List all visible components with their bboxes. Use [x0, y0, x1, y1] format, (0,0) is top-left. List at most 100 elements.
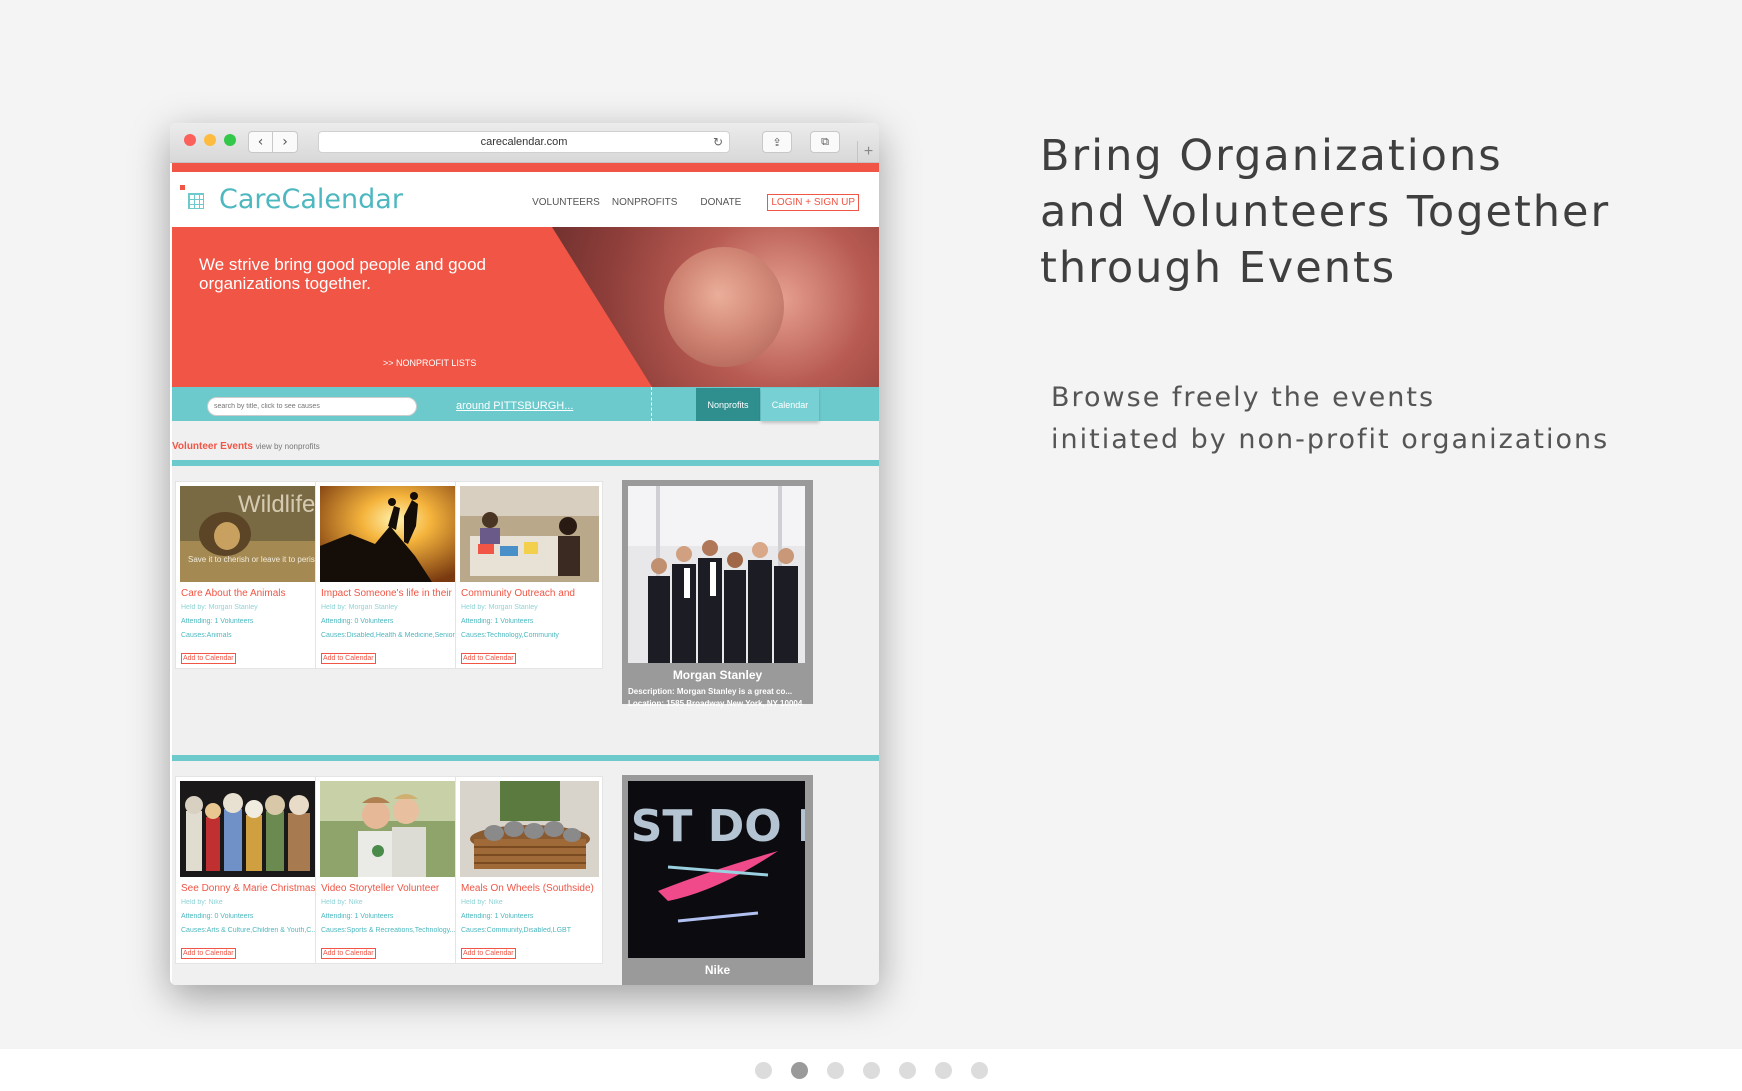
event-host: Held by: Morgan Stanley — [321, 604, 398, 611]
tab-nonprofits[interactable]: Nonprofits — [696, 388, 760, 421]
new-tab-button[interactable]: + — [857, 141, 879, 163]
friends-outdoor-image — [320, 781, 459, 877]
history-buttons: ‹ › — [248, 131, 298, 153]
food-basket-image — [460, 781, 599, 877]
hero-banner: We strive bring good people and good org… — [172, 227, 879, 387]
event-title[interactable]: Meals On Wheels (Southside) — [461, 883, 601, 894]
back-arrow-icon: ‹ — [257, 134, 264, 150]
calendar-logo-icon[interactable] — [180, 185, 204, 211]
event-title[interactable]: Community Outreach and — [461, 588, 601, 599]
headline-line: and Volunteers Together — [1040, 187, 1611, 237]
event-title[interactable]: See Donny & Marie Christmas — [181, 883, 321, 894]
nonprofit-name[interactable]: Nike — [622, 963, 813, 977]
nonprofit-card[interactable]: Morgan Stanley Description: Morgan Stanl… — [622, 480, 813, 708]
event-card[interactable]: Wildlife Save it to cherish or leave it … — [175, 481, 323, 669]
event-attending: Attending: 1 Volunteers — [461, 618, 534, 625]
headline: Bring Organizations and Volunteers Toget… — [1040, 128, 1680, 296]
browser-toolbar: ‹ › carecalendar.com ↻ ⇪ ⧉ + — [170, 123, 879, 163]
event-card[interactable]: Video Storyteller Volunteer Held by: Nik… — [315, 776, 463, 964]
group-photo-image — [628, 486, 805, 663]
event-host: Held by: Nike — [461, 899, 503, 906]
browser-window: ‹ › carecalendar.com ↻ ⇪ ⧉ + CareCalenda… — [170, 123, 879, 985]
location-selector[interactable]: around PITTSBURGH... — [456, 400, 573, 412]
window-controls — [184, 134, 236, 146]
svg-text:JUST DO IT.: JUST DO IT. — [628, 801, 805, 852]
back-button[interactable]: ‹ — [248, 131, 273, 153]
tabs-icon: ⧉ — [821, 135, 829, 148]
event-causes: Causes:Arts & Culture,Children & Youth,C… — [181, 927, 318, 934]
forward-arrow-icon: › — [282, 134, 288, 150]
event-causes: Causes:Sports & Recreations,Technology..… — [321, 927, 456, 934]
climbers-silhouette-image — [320, 486, 459, 582]
add-to-calendar-button[interactable]: Add to Calendar — [321, 948, 376, 959]
pager-dot[interactable] — [754, 1061, 772, 1079]
subheadline-line: initiated by non-profit organizations — [1051, 424, 1610, 455]
subheadline: Browse freely the events initiated by no… — [1051, 377, 1691, 461]
section-heading: Volunteer Events view by nonprofits — [172, 441, 320, 452]
hero-tagline: We strive bring good people and good org… — [199, 255, 486, 293]
tab-calendar[interactable]: Calendar — [761, 388, 819, 421]
headline-line: through Events — [1040, 243, 1397, 293]
nonprofit-card[interactable]: JUST DO IT. Nike — [622, 775, 813, 985]
nav-volunteers[interactable]: VOLUNTEERS — [532, 197, 600, 208]
event-title[interactable]: Video Storyteller Volunteer — [321, 883, 461, 894]
add-to-calendar-button[interactable]: Add to Calendar — [321, 653, 376, 664]
event-host: Held by: Nike — [181, 899, 223, 906]
add-to-calendar-button[interactable]: Add to Calendar — [181, 948, 236, 959]
add-to-calendar-button[interactable]: Add to Calendar — [461, 948, 516, 959]
pager-dot[interactable] — [826, 1061, 844, 1079]
event-attending: Attending: 1 Volunteers — [181, 618, 254, 625]
promo-stage: ‹ › carecalendar.com ↻ ⇪ ⧉ + CareCalenda… — [0, 0, 1742, 1049]
event-search-input[interactable] — [207, 397, 417, 416]
event-attending: Attending: 1 Volunteers — [461, 913, 534, 920]
svg-text:Wildlife: Wildlife — [238, 491, 315, 518]
event-host: Held by: Morgan Stanley — [181, 604, 258, 611]
event-card[interactable]: Community Outreach and Held by: Morgan S… — [455, 481, 603, 669]
event-card[interactable]: Meals On Wheels (Southside) Held by: Nik… — [455, 776, 603, 964]
lion-wildlife-image: Wildlife Save it to cherish or leave it … — [180, 486, 319, 582]
show-tabs-button[interactable]: ⧉ — [810, 131, 840, 153]
add-to-calendar-button[interactable]: Add to Calendar — [181, 653, 236, 664]
event-host: Held by: Nike — [321, 899, 363, 906]
minimize-window-button[interactable] — [204, 134, 216, 146]
website-content: CareCalendar VOLUNTEERS NONPROFITS DONAT… — [172, 163, 879, 985]
close-window-button[interactable] — [184, 134, 196, 146]
nonprofit-details: Description: Morgan Stanley is a great c… — [628, 686, 808, 710]
zoom-window-button[interactable] — [224, 134, 236, 146]
row-divider — [172, 460, 879, 466]
nav-nonprofits[interactable]: NONPROFITS — [612, 197, 678, 208]
site-logo[interactable]: CareCalendar — [219, 184, 403, 215]
site-header: CareCalendar VOLUNTEERS NONPROFITS DONAT… — [172, 172, 879, 227]
plus-icon: + — [863, 143, 874, 160]
classroom-image — [460, 486, 599, 582]
event-title[interactable]: Impact Someone's life in their — [321, 588, 461, 599]
section-title: Volunteer Events — [172, 441, 253, 452]
nonprofit-lists-link[interactable]: >> NONPROFIT LISTS — [383, 358, 476, 368]
pager-dot[interactable] — [970, 1061, 988, 1079]
main-nav: VOLUNTEERS NONPROFITS DONATE LOGIN + SIG… — [520, 194, 859, 211]
event-card[interactable]: See Donny & Marie Christmas Held by: Nik… — [175, 776, 323, 964]
headline-line: Bring Organizations — [1040, 131, 1503, 181]
add-to-calendar-button[interactable]: Add to Calendar — [461, 653, 516, 664]
nonprofit-name[interactable]: Morgan Stanley — [622, 668, 813, 682]
costumes-image — [180, 781, 319, 877]
nonprofit-description: Description: Morgan Stanley is a great c… — [628, 687, 793, 696]
address-bar[interactable]: carecalendar.com ↻ — [318, 131, 730, 153]
search-bar: around PITTSBURGH... Nonprofits Calendar — [172, 387, 879, 421]
pager-dot[interactable] — [862, 1061, 880, 1079]
event-attending: Attending: 1 Volunteers — [321, 913, 394, 920]
just-do-it-poster-image: JUST DO IT. — [628, 781, 805, 958]
pager-dot[interactable] — [790, 1061, 808, 1079]
nav-donate[interactable]: DONATE — [700, 197, 741, 208]
pager-dot[interactable] — [898, 1061, 916, 1079]
view-by-nonprofits-link[interactable]: view by nonprofits — [256, 442, 320, 451]
pager-dot[interactable] — [934, 1061, 952, 1079]
share-button[interactable]: ⇪ — [762, 131, 792, 153]
reload-icon[interactable]: ↻ — [713, 135, 723, 149]
event-title[interactable]: Care About the Animals — [181, 588, 321, 599]
login-signup-button[interactable]: LOGIN + SIGN UP — [767, 194, 859, 211]
forward-button[interactable]: › — [273, 131, 298, 153]
top-accent-stripe — [172, 163, 879, 172]
share-icon: ⇪ — [772, 135, 782, 149]
event-card[interactable]: Impact Someone's life in their Held by: … — [315, 481, 463, 669]
